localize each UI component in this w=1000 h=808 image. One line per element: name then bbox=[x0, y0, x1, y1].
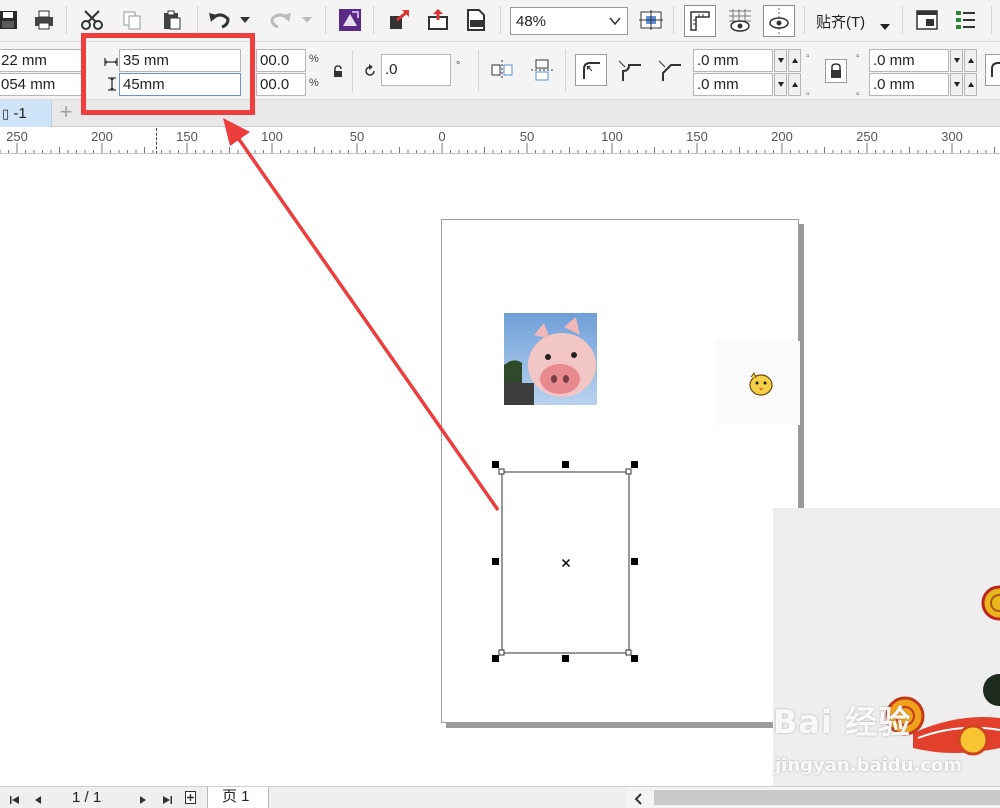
page-indicator: 1 / 1 bbox=[72, 789, 102, 806]
status-bar: 1 / 1 页 1 bbox=[0, 786, 1000, 808]
first-page-icon[interactable] bbox=[10, 792, 20, 808]
horizontal-scroll-thumb[interactable] bbox=[654, 790, 1000, 805]
add-page-icon[interactable] bbox=[185, 791, 196, 808]
horizontal-scrollbar[interactable] bbox=[626, 787, 1000, 808]
last-page-icon[interactable] bbox=[162, 792, 172, 808]
annotation-arrow bbox=[223, 118, 500, 512]
previous-page-icon[interactable] bbox=[34, 792, 42, 808]
page-tab-label: 页 1 bbox=[222, 788, 250, 805]
scroll-left-icon[interactable] bbox=[634, 792, 642, 808]
next-page-icon[interactable] bbox=[139, 792, 147, 808]
page-tab[interactable]: 页 1 bbox=[207, 787, 269, 808]
